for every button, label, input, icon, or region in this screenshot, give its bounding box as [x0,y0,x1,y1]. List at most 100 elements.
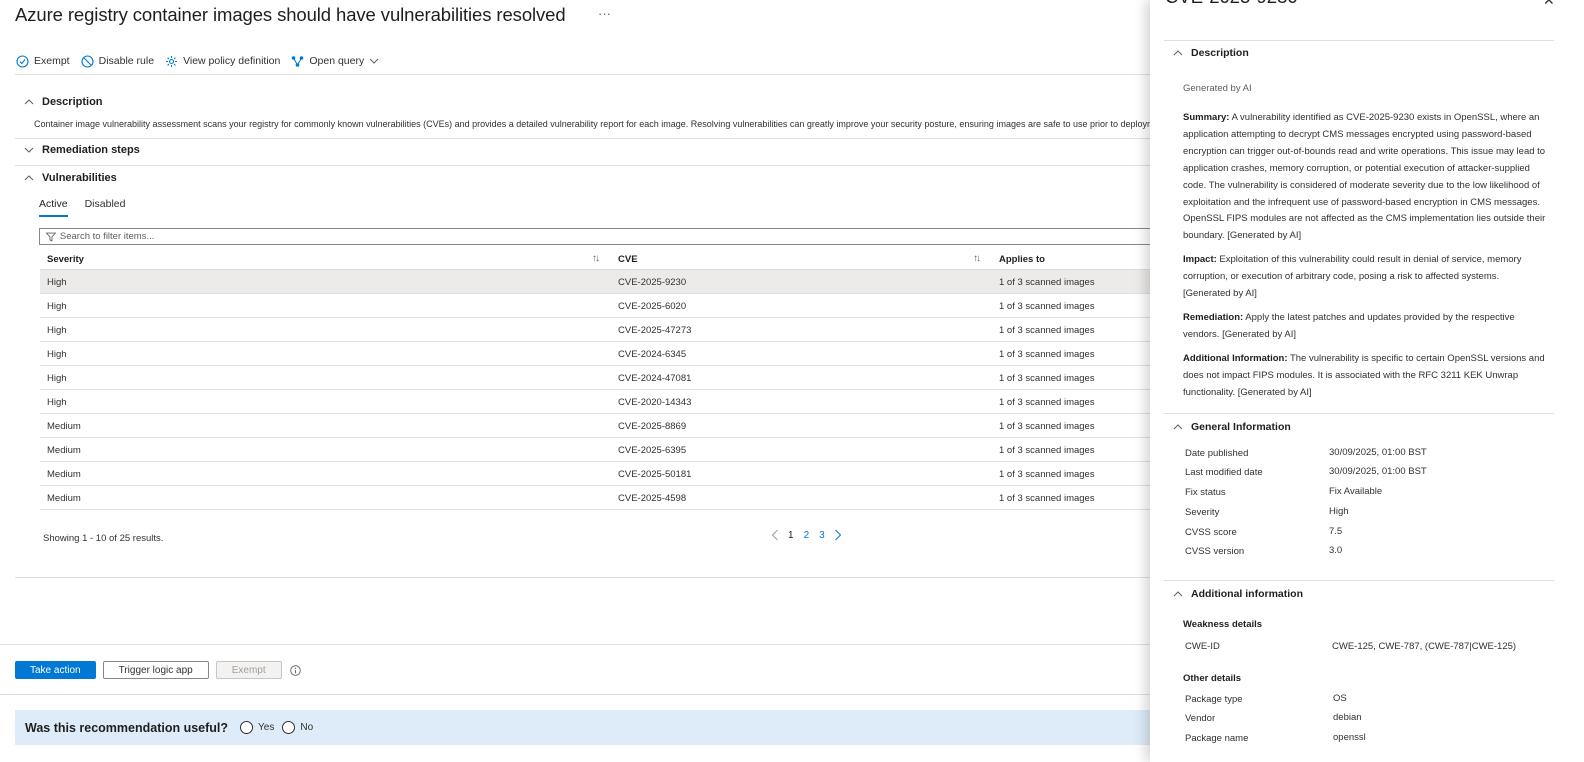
close-icon[interactable]: ✕ [1543,0,1555,9]
severity-cell: Medium [47,445,81,456]
other-detail-value: OS [1333,693,1347,704]
action-bar: Take action Trigger logic app Exempt [15,661,301,679]
table-row[interactable]: High CVE-2020-14343 1 of 3 scanned images [40,390,1160,414]
applies-to-cell: 1 of 3 scanned images [999,397,1095,408]
applies-to-cell: 1 of 3 scanned images [999,349,1095,360]
applies-to-cell: 1 of 3 scanned images [999,445,1095,456]
vulnerabilities-heading: Vulnerabilities [42,172,117,184]
table-row[interactable]: Medium CVE-2025-6395 1 of 3 scanned images [40,438,1160,462]
view-policy-definition-button[interactable]: View policy definition [165,55,280,68]
table-row[interactable]: Medium CVE-2025-4598 1 of 3 scanned images [40,486,1160,510]
cve-cell: CVE-2024-6345 [618,349,687,360]
divider [0,694,1160,695]
panel-description-toggle[interactable]: Description [1173,47,1249,59]
table-header: Severity ↑↓ CVE ↑↓ Applies to [40,250,1160,270]
other-detail-value: debian [1333,712,1362,723]
cve-cell: CVE-2025-6395 [618,445,687,456]
table-row[interactable]: High CVE-2025-6020 1 of 3 scanned images [40,294,1160,318]
general-information-heading: General Information [1191,421,1291,433]
info-icon[interactable] [289,664,301,676]
open-query-button[interactable]: Open query [291,55,384,68]
remediation-section-toggle[interactable]: Remediation steps [24,144,140,156]
applies-to-cell: 1 of 3 scanned images [999,469,1095,480]
weakness-details-heading: Weakness details [1183,619,1263,630]
sort-arrows-icon[interactable]: ↑↓ [973,253,981,264]
table-row[interactable]: High CVE-2024-6345 1 of 3 scanned images [40,342,1160,366]
filter-icon [46,232,56,242]
cve-cell: CVE-2025-47273 [618,325,692,336]
vulnerability-tabs: Active Disabled [39,198,142,217]
open-query-label: Open query [309,55,365,67]
general-info-value: 30/09/2025, 01:00 BST [1329,466,1427,477]
feedback-yes-radio[interactable]: Yes [240,721,274,734]
divider [15,165,1160,166]
divider [15,138,1160,139]
other-detail-label: Package type [1185,694,1243,705]
sort-arrows-icon[interactable]: ↑↓ [592,253,600,264]
take-action-button[interactable]: Take action [15,661,96,679]
severity-cell: Medium [47,421,81,432]
more-options-icon[interactable]: ··· [598,6,611,21]
search-input[interactable] [59,231,1160,242]
exempt-label: Exempt [34,55,70,67]
next-page-icon[interactable] [834,529,842,541]
chevron-up-icon [24,175,34,181]
pagination: 1 2 3 [767,529,846,541]
severity-cell: Medium [47,469,81,480]
general-information-toggle[interactable]: General Information [1173,421,1291,433]
applies-to-cell: 1 of 3 scanned images [999,301,1095,312]
additional-information-toggle[interactable]: Additional information [1173,588,1303,600]
filter-search-box[interactable] [39,228,1160,245]
cve-cell: CVE-2025-50181 [618,469,692,480]
severity-cell: High [47,325,67,336]
table-row[interactable]: High CVE-2024-47081 1 of 3 scanned images [40,366,1160,390]
table-row[interactable]: Medium CVE-2025-50181 1 of 3 scanned image… [40,462,1160,486]
page-title: Azure registry container images should h… [15,4,566,25]
description-section-toggle[interactable]: Description [24,96,103,108]
general-info-label: Last modified date [1185,467,1263,478]
page-3-button[interactable]: 3 [819,530,825,541]
page-2-button[interactable]: 2 [804,530,810,541]
additional-info-label: Additional Information: [1183,353,1288,364]
panel-title: CVE-2025-9230 [1165,0,1298,8]
general-info-label: Severity [1185,507,1220,518]
feedback-no-radio[interactable]: No [282,721,313,734]
description-text: Container image vulnerability assessment… [34,119,1160,129]
table-row[interactable]: High CVE-2025-47273 1 of 3 scanned images [40,318,1160,342]
toolbar-divider [15,74,1160,75]
table-row[interactable]: Medium CVE-2025-8869 1 of 3 scanned images [40,414,1160,438]
trigger-logic-app-button[interactable]: Trigger logic app [102,661,209,679]
severity-cell: High [47,277,67,288]
general-info-label: Date published [1185,448,1249,459]
chevron-up-icon [1173,591,1183,597]
feedback-question: Was this recommendation useful? [25,720,229,735]
table-row[interactable]: High CVE-2025-9230 1 of 3 scanned images [40,270,1160,294]
previous-page-icon[interactable] [771,529,779,541]
query-graph-icon [292,55,304,67]
cve-cell: CVE-2020-14343 [618,397,692,408]
column-header-applies-to[interactable]: Applies to [999,254,1045,265]
tab-disabled[interactable]: Disabled [85,198,126,217]
divider [1164,40,1554,41]
exempt-button[interactable]: Exempt [16,54,70,68]
page-1-button[interactable]: 1 [788,530,794,541]
impact-label: Impact: [1183,254,1217,265]
additional-information-heading: Additional information [1191,588,1303,600]
other-details-heading: Other details [1183,673,1242,684]
general-info-value: 30/09/2025, 01:00 BST [1329,447,1427,458]
other-detail-value: openssl [1333,732,1366,743]
column-header-severity[interactable]: Severity [47,254,84,265]
tab-active[interactable]: Active [39,198,68,217]
chevron-up-icon [1173,50,1183,56]
applies-to-cell: 1 of 3 scanned images [999,277,1095,288]
cve-cell: CVE-2024-47081 [618,373,692,384]
severity-cell: High [47,373,67,384]
applies-to-cell: 1 of 3 scanned images [999,493,1095,504]
cwe-id-value: CWE-125, CWE-787, (CWE-787|CWE-125) [1332,641,1517,652]
column-header-cve[interactable]: CVE [618,254,638,265]
view-policy-label: View policy definition [183,55,281,67]
cwe-id-label: CWE-ID [1185,641,1220,652]
disable-rule-button[interactable]: Disable rule [81,54,154,68]
chevron-up-icon [1173,424,1183,430]
vulnerabilities-section-toggle[interactable]: Vulnerabilities [24,172,117,184]
